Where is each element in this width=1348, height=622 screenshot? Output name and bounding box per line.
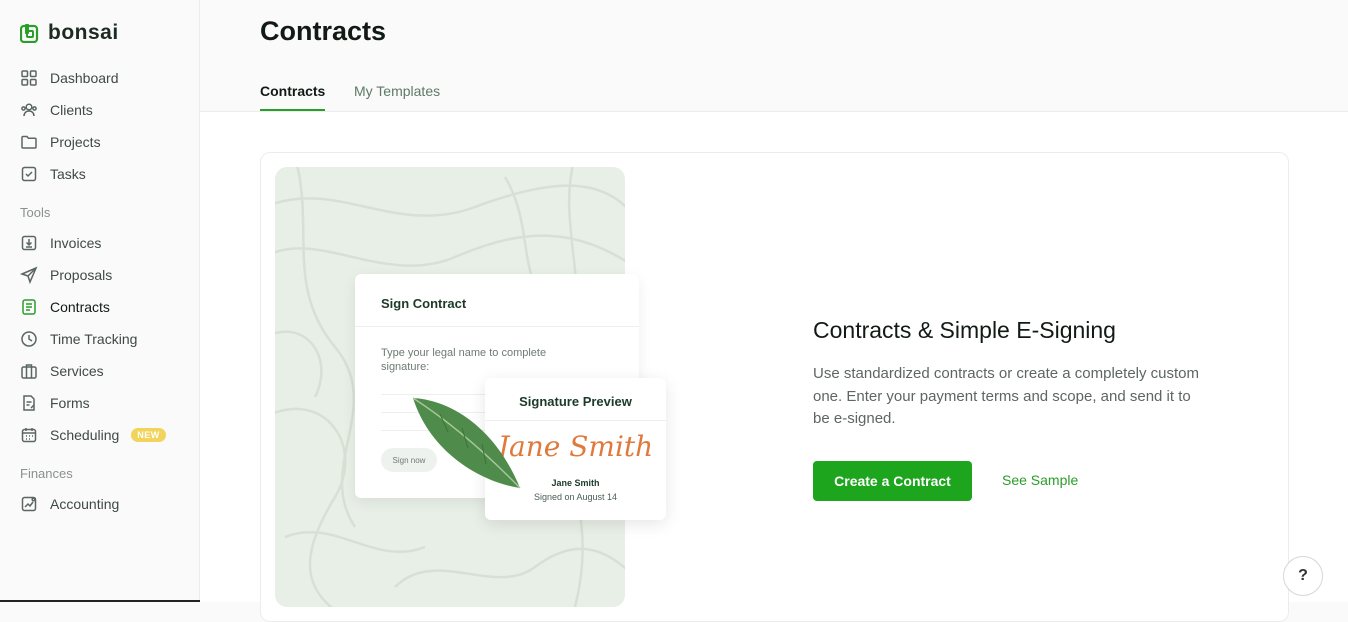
page-title: Contracts xyxy=(260,16,387,46)
sidebar-item-label: Contracts xyxy=(50,299,110,315)
sidebar-item-time-tracking[interactable]: Time Tracking xyxy=(20,327,137,351)
sidebar-item-contracts[interactable]: Contracts xyxy=(20,295,110,319)
finances-section-label: Finances xyxy=(20,466,73,481)
folder-icon xyxy=(21,135,37,149)
leaf-icon xyxy=(412,397,521,489)
briefcase-icon xyxy=(21,364,37,379)
sidebar-item-proposals[interactable]: Proposals xyxy=(20,263,112,287)
create-contract-button[interactable]: Create a Contract xyxy=(813,461,972,501)
form-icon xyxy=(23,395,35,411)
page-header: Contracts Contracts My Templates xyxy=(200,0,1348,112)
tab-contracts[interactable]: Contracts xyxy=(260,83,326,111)
see-sample-link[interactable]: See Sample xyxy=(1002,472,1078,488)
bonsai-logo-icon xyxy=(20,24,39,43)
dashboard-icon xyxy=(21,70,37,86)
help-button[interactable]: ? xyxy=(1283,556,1323,596)
contract-icon xyxy=(22,299,36,315)
invoice-icon xyxy=(21,235,37,251)
calendar-icon xyxy=(21,428,37,443)
logo[interactable]: bonsai xyxy=(20,21,119,45)
sidebar-item-label: Clients xyxy=(50,102,93,118)
sidebar-item-label: Invoices xyxy=(50,235,102,251)
sidebar: bonsai Dashboard Clients Projects Tasks … xyxy=(0,0,250,602)
sidebar-item-label: Accounting xyxy=(50,496,120,512)
clients-icon xyxy=(21,103,37,117)
sidebar-item-invoices[interactable]: Invoices xyxy=(20,231,101,255)
sidebar-item-label: Scheduling xyxy=(50,427,120,443)
sidebar-item-clients[interactable]: Clients xyxy=(20,98,93,122)
sidebar-item-label: Projects xyxy=(50,134,101,150)
clock-icon xyxy=(21,331,37,347)
sign-contract-title: Sign Contract xyxy=(381,296,467,311)
sidebar-item-label: Dashboard xyxy=(50,70,119,86)
sidebar-item-forms[interactable]: Forms xyxy=(20,391,90,415)
send-icon xyxy=(20,266,38,284)
sidebar-item-label: Proposals xyxy=(50,267,113,283)
sidebar-item-label: Services xyxy=(50,363,104,379)
sidebar-item-dashboard[interactable]: Dashboard xyxy=(20,66,119,90)
divider xyxy=(355,326,639,327)
promo-description: Use standardized contracts or create a c… xyxy=(813,365,1200,427)
chart-icon xyxy=(21,496,37,512)
promo-headline: Contracts & Simple E-Signing xyxy=(813,317,1116,343)
new-badge: NEW xyxy=(131,428,166,442)
sidebar-item-projects[interactable]: Projects xyxy=(20,130,101,154)
sign-instruction: Type your legal name to complete signatu… xyxy=(381,347,547,373)
tasks-icon xyxy=(21,166,37,182)
sidebar-item-label: Tasks xyxy=(50,166,86,182)
sidebar-item-scheduling[interactable]: Scheduling NEW xyxy=(20,423,166,447)
sidebar-item-services[interactable]: Services xyxy=(20,359,104,383)
sidebar-item-accounting[interactable]: Accounting xyxy=(20,492,119,516)
sidebar-item-tasks[interactable]: Tasks xyxy=(20,162,86,186)
signed-date: Signed on August 14 xyxy=(533,492,618,502)
tools-section-label: Tools xyxy=(20,205,51,220)
sidebar-item-label: Time Tracking xyxy=(50,331,138,347)
sidebar-item-label: Forms xyxy=(50,395,90,411)
tab-my-templates[interactable]: My Templates xyxy=(354,83,440,109)
brand-name: bonsai xyxy=(48,21,119,44)
